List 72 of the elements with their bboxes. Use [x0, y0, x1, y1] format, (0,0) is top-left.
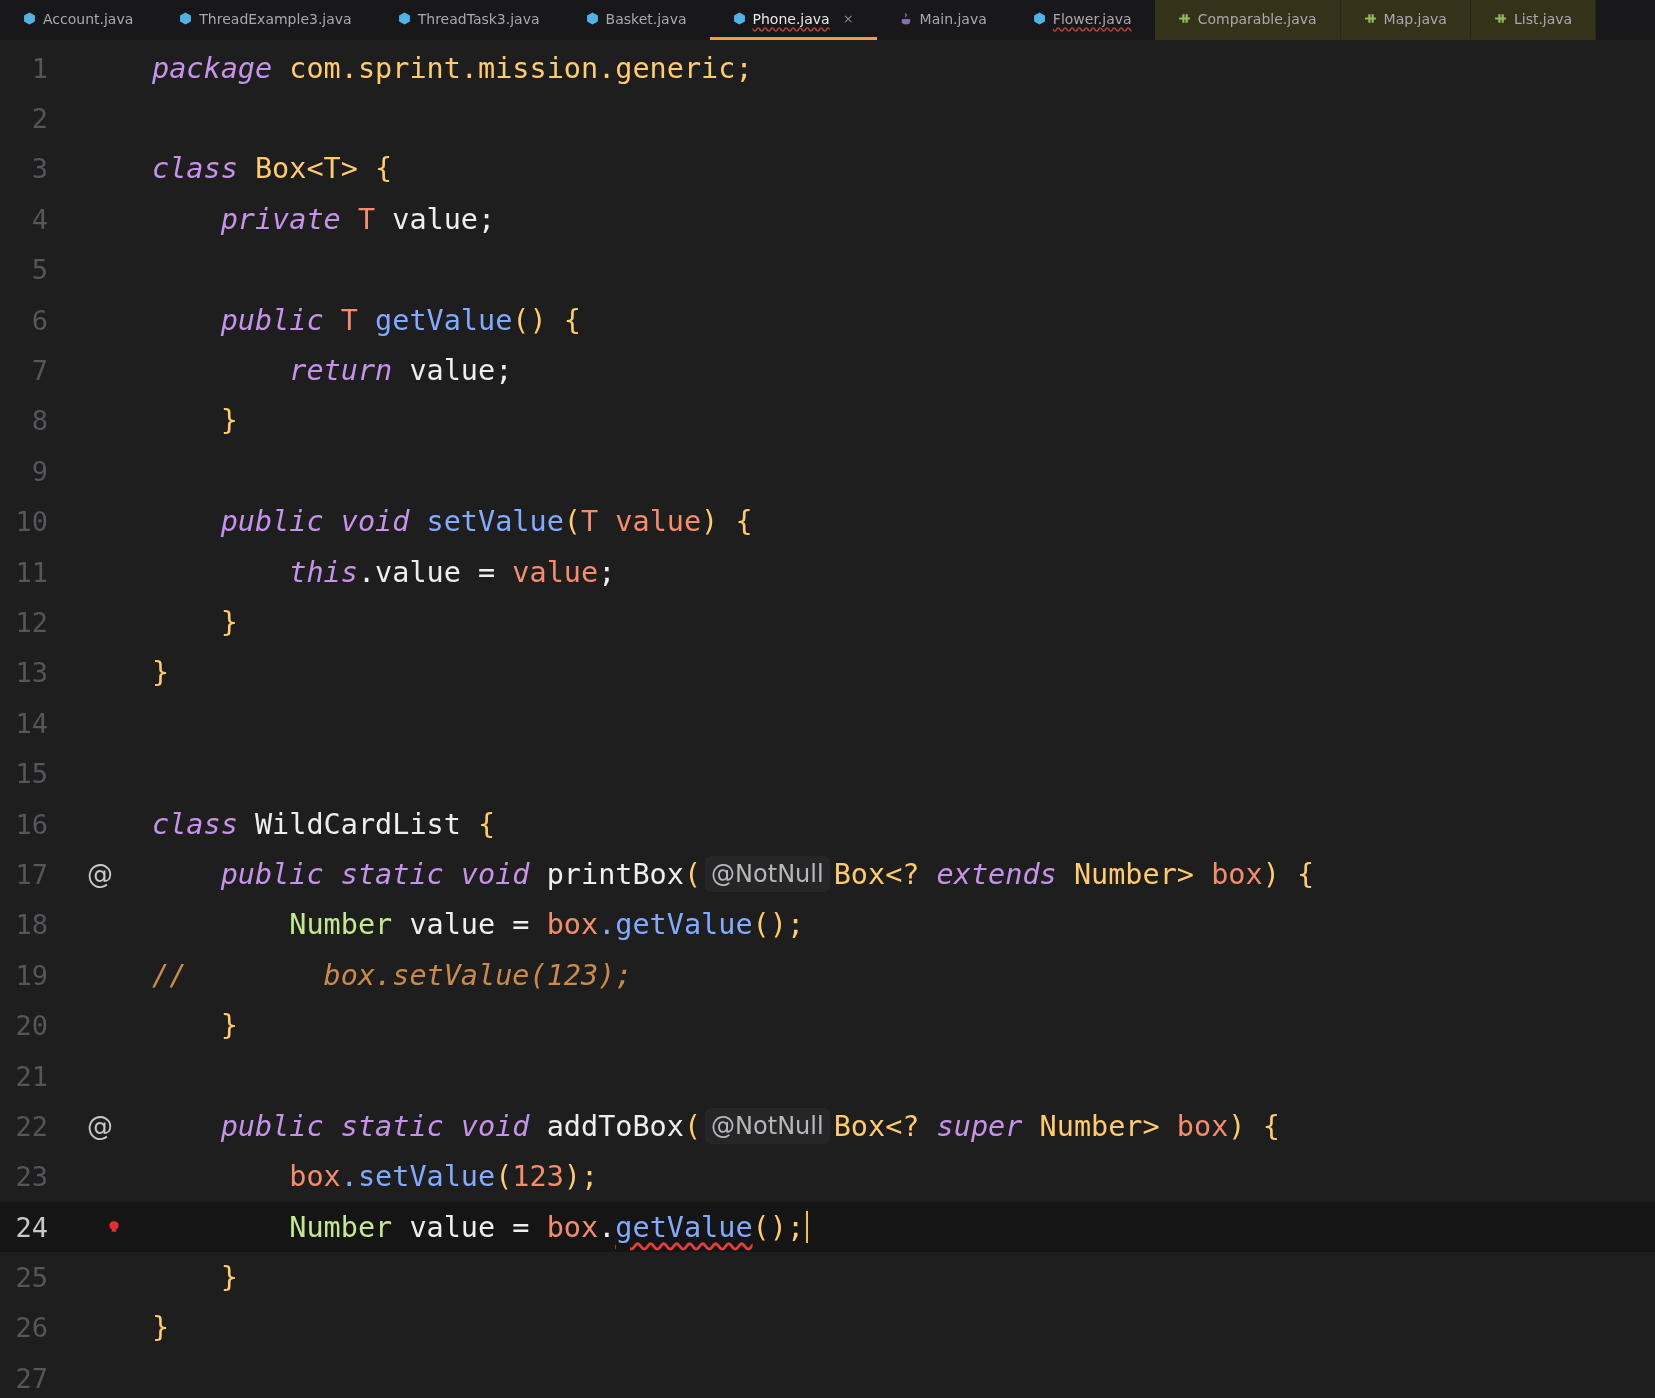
code-line: }	[219, 606, 238, 639]
line-number: 26	[14, 1312, 48, 1344]
class-icon	[179, 12, 193, 25]
line-number: 2	[30, 103, 48, 135]
code-line: }	[152, 656, 170, 690]
line-number: 17	[14, 858, 48, 890]
line-number: 6	[30, 304, 48, 336]
code-line: package com.sprint.mission.generic;	[152, 51, 753, 85]
code-line: class WildCardList {	[152, 807, 496, 841]
line-number: 21	[14, 1060, 48, 1092]
code-line: }	[219, 404, 238, 438]
class-icon	[23, 12, 36, 25]
line-number: 10	[14, 506, 48, 538]
line-number: 18	[14, 909, 48, 941]
code-line: return value;	[288, 354, 513, 388]
line-number: 23	[14, 1161, 48, 1193]
bulb-icon[interactable]	[108, 1220, 120, 1235]
code-line: }	[219, 1009, 238, 1043]
code-line: box.setValue(123);	[288, 1160, 599, 1194]
line-number: 9	[30, 455, 48, 487]
line-number: 27	[14, 1362, 48, 1394]
line-number: 8	[30, 405, 48, 437]
code-line: class Box<T> {	[152, 152, 393, 186]
interface-icon	[1493, 12, 1507, 25]
line-number: 20	[14, 1010, 48, 1042]
line-number: 13	[14, 657, 48, 689]
code-line: }	[152, 1311, 170, 1345]
interface-icon	[1177, 12, 1191, 25]
line-number: 7	[30, 355, 48, 387]
file-tab[interactable]: Account.java	[0, 0, 157, 40]
cup-icon	[899, 12, 913, 25]
file-tab[interactable]: Comparable.java	[1154, 0, 1341, 40]
file-tab[interactable]: Map.java	[1340, 0, 1471, 40]
close-tab-button[interactable]: ×	[842, 11, 854, 26]
file-tab[interactable]: Flower.java	[1009, 0, 1155, 40]
code-line: this.value = value;	[288, 555, 616, 589]
code-line: Number value = box.getValue();	[288, 908, 805, 942]
code-line: public T getValue() {	[219, 303, 581, 337]
line-number: 14	[14, 707, 48, 739]
line-number: 1	[30, 52, 48, 84]
line-number: 4	[30, 203, 48, 235]
gutter-annotation-marker[interactable]: @	[87, 859, 113, 890]
code-line: // box.setValue(123);	[152, 958, 633, 992]
line-number: 22	[14, 1110, 48, 1142]
interface-icon	[1363, 12, 1377, 25]
line-number: 19	[14, 959, 48, 991]
file-tab[interactable]: Main.java	[876, 0, 1010, 40]
code-line: public static void addToBox( @NotNull Box<? super Number> box) {	[219, 1108, 1280, 1145]
class-icon	[732, 12, 746, 25]
class-icon	[1032, 12, 1046, 25]
gutter-annotation-marker[interactable]: @	[87, 1111, 113, 1142]
file-tab[interactable]: List.java	[1470, 0, 1597, 40]
line-number: 11	[14, 556, 48, 588]
file-tab[interactable]: ThreadTask3.java	[374, 0, 563, 40]
code-line: public void setValue(T value) {	[219, 505, 753, 539]
code-line: private T value;	[219, 202, 496, 236]
line-number: 25	[14, 1262, 48, 1294]
line-number: 15	[14, 758, 48, 790]
file-tab[interactable]: Phone.java ×	[709, 0, 877, 40]
code-line: }	[219, 1261, 238, 1295]
file-tab[interactable]: ThreadExample3.java	[156, 0, 375, 40]
code-line: Number value = box.getValue();	[152, 1210, 809, 1244]
line-number: 3	[30, 153, 48, 185]
code-line: public static void printBox( @NotNull Box<? extends Number> box) {	[219, 856, 1315, 893]
class-icon	[397, 12, 411, 25]
file-tab[interactable]: Basket.java	[562, 0, 710, 40]
class-icon	[585, 12, 599, 25]
text-caret	[806, 1211, 809, 1244]
line-number: 12	[14, 607, 48, 638]
line-number: 16	[14, 808, 48, 840]
line-number: 5	[30, 254, 48, 286]
line-number: 24	[14, 1211, 48, 1243]
